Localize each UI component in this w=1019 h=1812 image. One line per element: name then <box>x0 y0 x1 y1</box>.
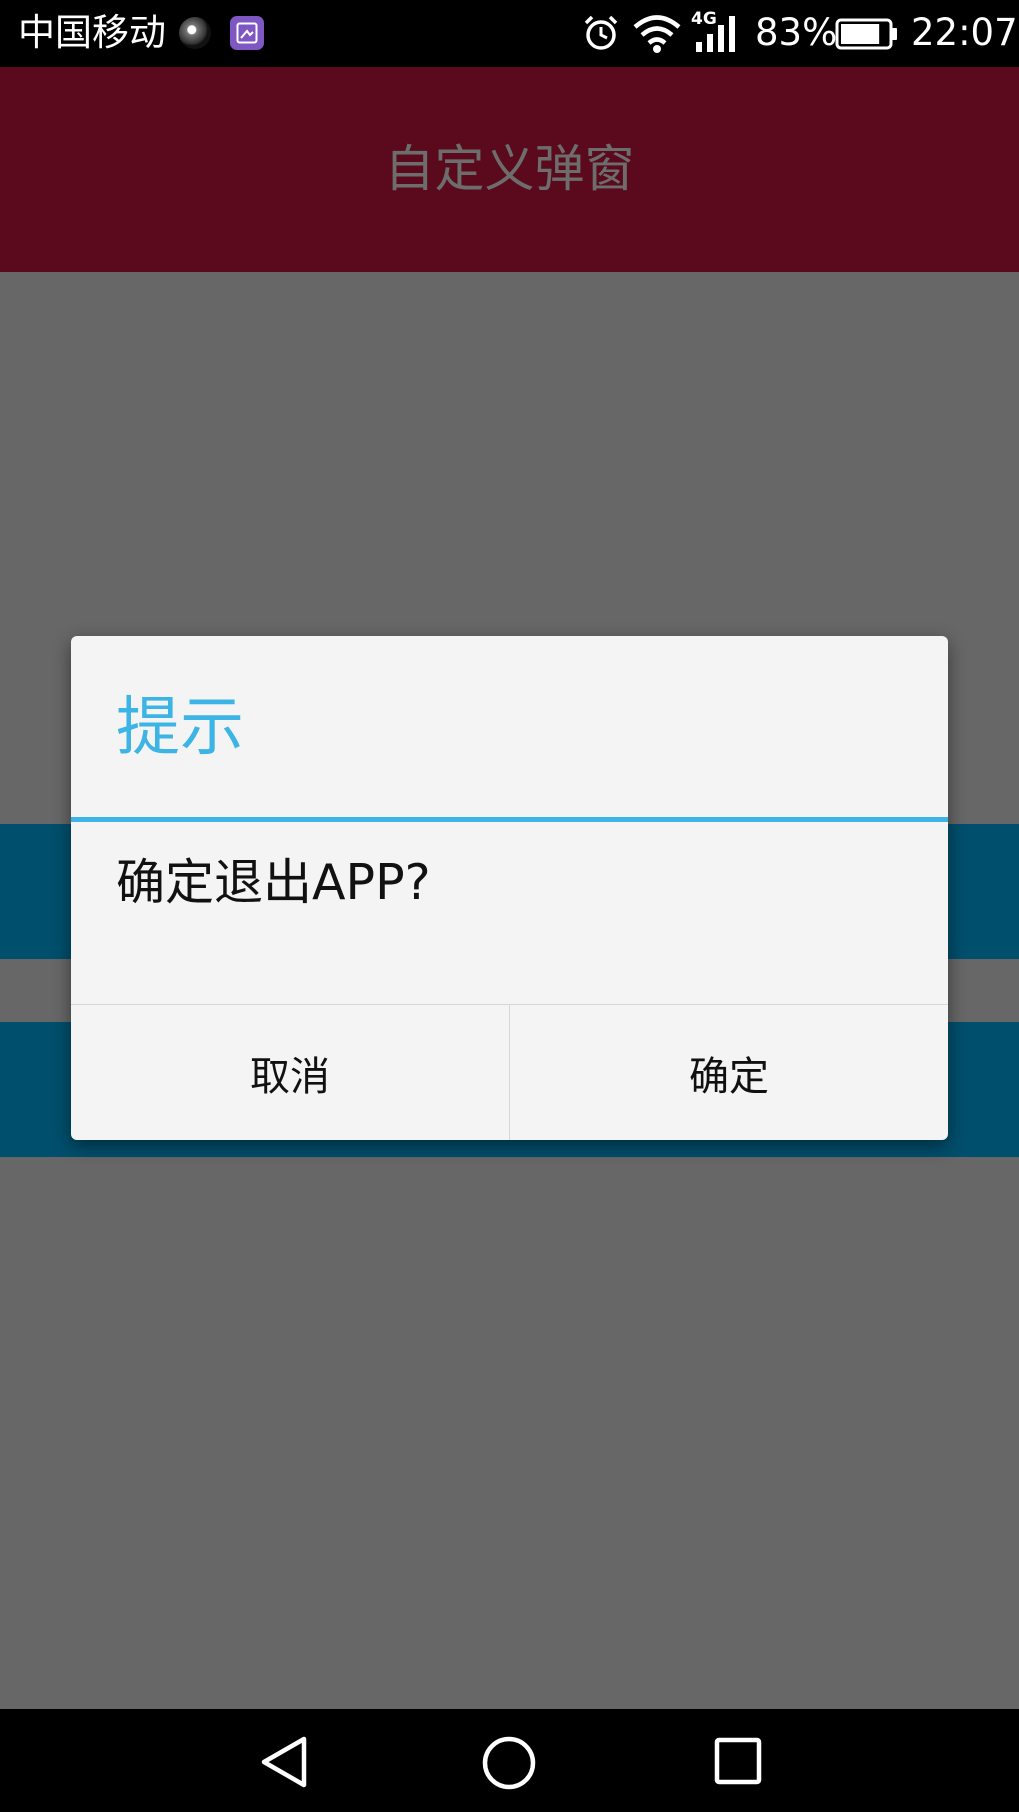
game-notification-icon <box>179 17 211 49</box>
battery-icon <box>835 18 897 50</box>
carrier-name: 中国移动 <box>18 11 166 54</box>
exit-dialog: 提示 确定退出APP? 取消 确定 <box>71 636 948 1140</box>
app-title: 自定义弹窗 <box>384 140 635 198</box>
wifi-icon <box>633 15 681 53</box>
battery-percent: 83% <box>755 11 838 54</box>
dialog-title-divider <box>71 817 948 822</box>
confirm-button[interactable]: 确定 <box>509 1005 948 1140</box>
dialog-button-row: 取消 确定 <box>71 1004 948 1140</box>
navigation-bar <box>0 1709 1019 1812</box>
gallery-notification-icon <box>230 16 264 50</box>
status-bar: 中国移动 4G 83% 22:07 <box>0 0 1019 67</box>
back-icon[interactable] <box>258 1735 310 1789</box>
dialog-message: 确定退出APP? <box>116 854 431 911</box>
cancel-button[interactable]: 取消 <box>71 1005 509 1140</box>
recent-apps-icon[interactable] <box>713 1736 763 1786</box>
home-icon[interactable] <box>481 1735 537 1791</box>
clock: 22:07 <box>911 11 1018 54</box>
signal-icon <box>696 16 735 52</box>
alarm-icon <box>584 15 618 50</box>
dialog-title: 提示 <box>116 691 244 765</box>
